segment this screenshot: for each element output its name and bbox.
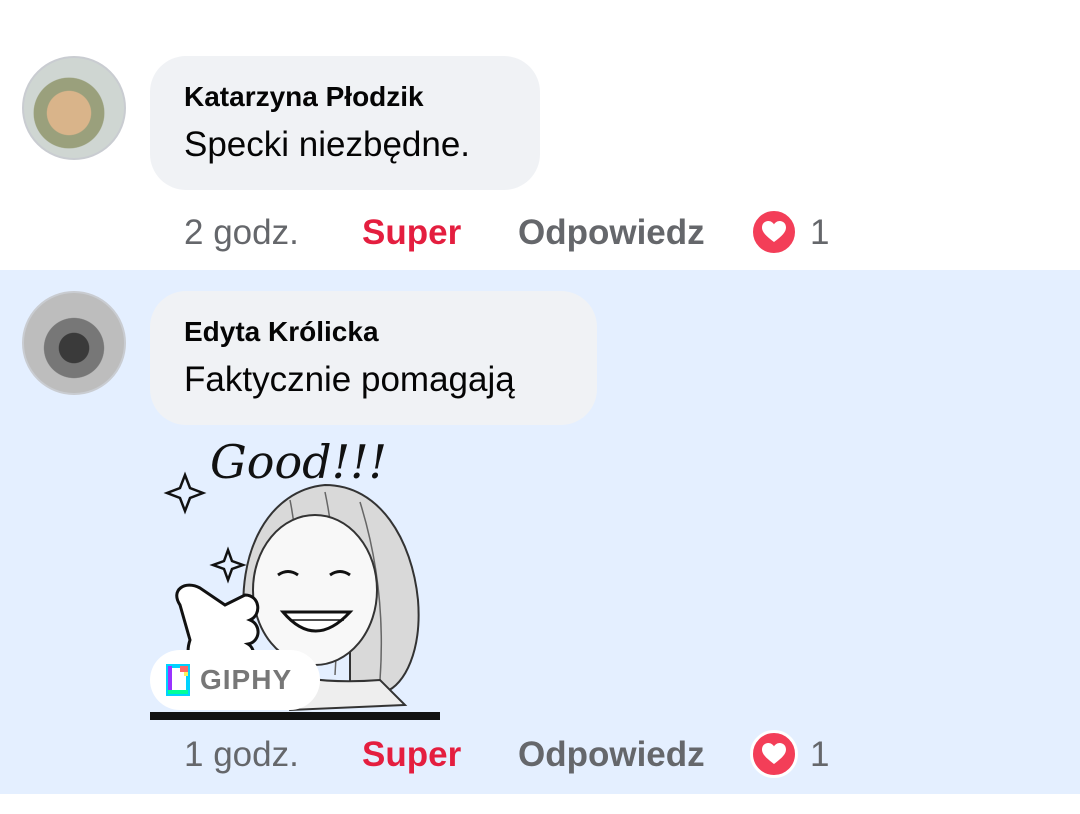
comment-author[interactable]: Edyta Królicka bbox=[184, 313, 563, 351]
giphy-label: GIPHY bbox=[200, 664, 293, 695]
giphy-badge[interactable]: GIPHY bbox=[150, 650, 320, 710]
giphy-logo-icon bbox=[166, 664, 190, 696]
gif-progress-bar bbox=[150, 712, 440, 720]
avatar[interactable] bbox=[22, 291, 126, 395]
comment: Katarzyna Płodzik Specki niezbędne. 2 go… bbox=[0, 0, 1080, 270]
comment-timestamp[interactable]: 1 godz. bbox=[184, 730, 299, 780]
sparkle-icon bbox=[209, 546, 247, 584]
reply-button[interactable]: Odpowiedz bbox=[518, 208, 705, 258]
sparkle-icon bbox=[163, 471, 207, 515]
like-button[interactable]: Super bbox=[362, 208, 461, 258]
comment-author[interactable]: Katarzyna Płodzik bbox=[184, 78, 506, 116]
gif-caption: Good!!! bbox=[210, 435, 387, 489]
comment-bubble[interactable]: Katarzyna Płodzik Specki niezbędne. bbox=[150, 56, 540, 190]
like-button[interactable]: Super bbox=[362, 730, 461, 780]
comment-text: Specki niezbędne. bbox=[184, 125, 471, 164]
comment-text: Faktycznie pomagają bbox=[184, 360, 515, 399]
heart-icon[interactable] bbox=[750, 730, 798, 778]
reply-button[interactable]: Odpowiedz bbox=[518, 730, 705, 780]
reaction-count[interactable]: 1 bbox=[810, 208, 829, 258]
comment-highlighted: Edyta Królicka Faktycznie pomagają Good!… bbox=[0, 270, 1080, 794]
avatar[interactable] bbox=[22, 56, 126, 160]
comment-bubble[interactable]: Edyta Królicka Faktycznie pomagają bbox=[150, 291, 597, 425]
reaction-count[interactable]: 1 bbox=[810, 730, 829, 780]
heart-icon[interactable] bbox=[750, 208, 798, 256]
comment-timestamp[interactable]: 2 godz. bbox=[184, 208, 299, 258]
